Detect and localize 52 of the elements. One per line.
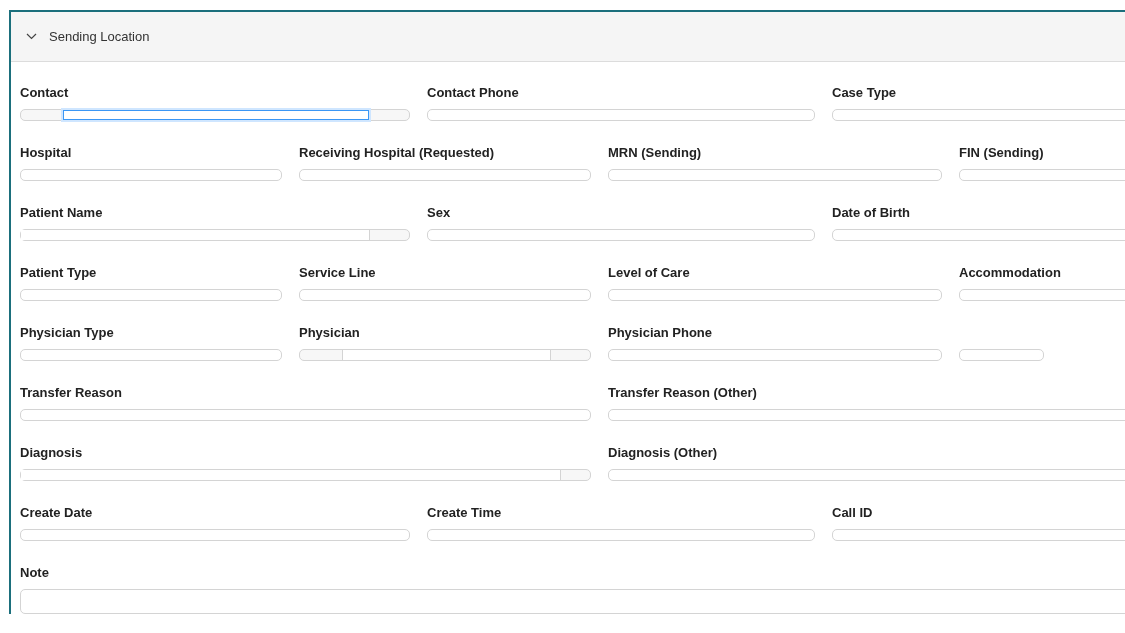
input-field[interactable] — [20, 229, 410, 241]
input-field[interactable] — [427, 529, 815, 541]
input-field[interactable] — [299, 349, 591, 361]
input-field[interactable] — [832, 109, 1125, 121]
input-field[interactable] — [959, 349, 1044, 361]
field-label: Create Date — [20, 505, 94, 521]
note-field[interactable] — [20, 589, 1125, 614]
input-field[interactable] — [20, 289, 282, 301]
field-label: Contact — [20, 85, 70, 101]
field-label: Patient Type — [20, 265, 98, 281]
input-field[interactable] — [832, 529, 1125, 541]
field-label: Transfer Reason — [20, 385, 123, 401]
section-title: Sending Location — [49, 27, 150, 46]
field-label: Transfer Reason (Other) — [608, 385, 758, 401]
input-field[interactable] — [608, 169, 942, 181]
input-field[interactable] — [299, 289, 591, 301]
field-label: Case Type — [832, 85, 898, 101]
field-label: Receiving Hospital (Requested) — [299, 145, 496, 161]
input-field[interactable] — [608, 349, 942, 361]
field-label: FIN (Sending) — [959, 145, 1045, 161]
input-field[interactable] — [20, 469, 591, 481]
field-label: Level of Care — [608, 265, 691, 281]
input-field[interactable] — [20, 109, 410, 121]
field-label: Hospital — [20, 145, 73, 161]
field-label: Physician — [299, 325, 361, 341]
field-label: Create Time — [427, 505, 503, 521]
field-label: MRN (Sending) — [608, 145, 703, 161]
field-label: Diagnosis (Other) — [608, 445, 719, 461]
field-label: Patient Name — [20, 205, 104, 221]
chevron-icon — [26, 33, 37, 40]
input-field[interactable] — [20, 349, 282, 361]
input-field[interactable] — [832, 229, 1125, 241]
field-label: Sex — [427, 205, 452, 221]
field-label: Call ID — [832, 505, 874, 521]
field-label: Date of Birth — [832, 205, 911, 221]
field-label: Physician Phone — [608, 325, 714, 341]
input-field[interactable] — [608, 469, 1125, 481]
input-field[interactable] — [608, 289, 942, 301]
field-label: Diagnosis — [20, 445, 84, 461]
input-field[interactable] — [20, 529, 410, 541]
field-label: Contact Phone — [427, 85, 520, 101]
field-label: Accommodation — [959, 265, 1062, 281]
input-field[interactable] — [427, 229, 815, 241]
field-label: Physician Type — [20, 325, 115, 341]
field-label: Service Line — [299, 265, 377, 281]
input-field[interactable] — [299, 169, 591, 181]
input-field[interactable] — [20, 169, 282, 181]
input-field[interactable] — [20, 409, 591, 421]
input-field[interactable] — [427, 109, 815, 121]
input-field[interactable] — [608, 409, 1125, 421]
section-header[interactable]: Sending Location — [11, 12, 1125, 62]
field-label: Note — [20, 565, 50, 581]
